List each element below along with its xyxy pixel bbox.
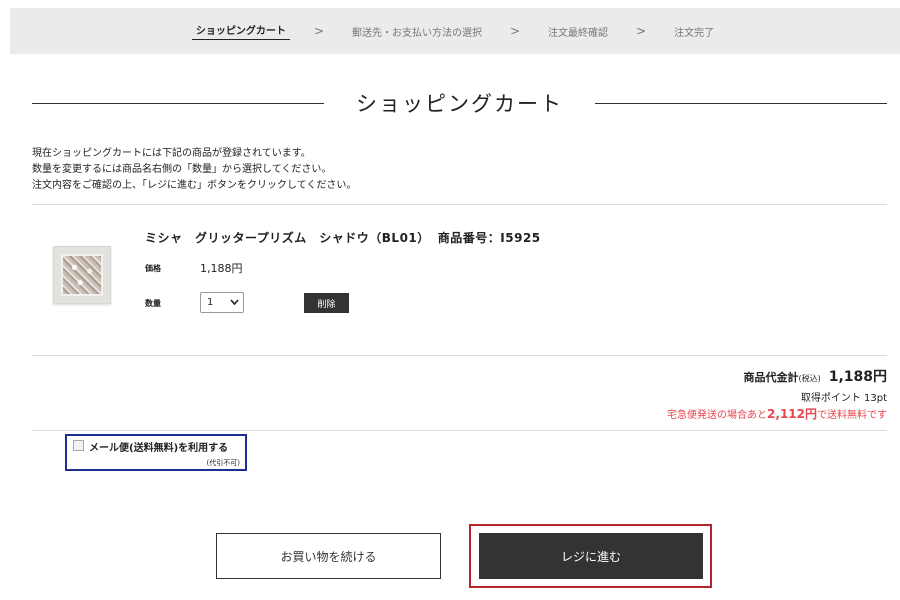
instruction-line: 注文内容をご確認の上、「レジに進む」ボタンをクリックしてください。 (32, 180, 357, 191)
cart-instructions: 現在ショッピングカートには下記の商品が登録されています。 数量を変更するには商品… (32, 146, 356, 194)
price-label: 価格 (145, 264, 161, 273)
delete-button[interactable]: 削除 (304, 293, 349, 313)
checkout-button[interactable]: レジに進む (479, 533, 703, 579)
eyeshadow-pan (61, 254, 103, 296)
mail-delivery-checkbox[interactable] (73, 440, 84, 451)
step-address-payment: 郵送先・お支払い方法の選択 (351, 27, 482, 39)
continue-shopping-button[interactable]: お買い物を続ける (216, 533, 441, 579)
free-shipping-prefix: 宅急便発送の場合あと (667, 410, 768, 421)
divider (32, 355, 887, 356)
free-shipping-amount: 2,112円 (767, 407, 817, 421)
order-total: 商品代金計(税込) 1,188円 (743, 366, 887, 386)
quantity-select[interactable]: 1 (200, 292, 244, 313)
chevron-right-icon: > (509, 24, 521, 38)
step-complete: 注文完了 (674, 27, 715, 39)
title-divider-right (595, 103, 887, 104)
page-title: ショッピングカート (356, 92, 563, 116)
tax-note: (税込) (798, 374, 821, 383)
product-title: ミシャ グリッタープリズム シャドウ（BL01） (145, 231, 430, 245)
total-amount: 1,188円 (828, 369, 887, 385)
chevron-right-icon: > (636, 24, 647, 38)
product-name[interactable]: ミシャ グリッタープリズム シャドウ（BL01） 商品番号：I5925 (145, 229, 541, 246)
divider (32, 430, 887, 431)
product-code: 商品番号：I5925 (437, 231, 541, 245)
instruction-line: 数量を変更するには商品名右側の「数量」から選択してください。 (32, 164, 332, 175)
page-title-row: ショッピングカート (32, 88, 887, 120)
chevron-right-icon: > (313, 24, 324, 38)
mail-delivery-option[interactable]: メール便(送料無料)を利用する (代引不可) (65, 434, 247, 471)
mail-delivery-label[interactable]: メール便(送料無料)を利用する (89, 439, 228, 454)
checkout-steps: ショッピングカート > 郵送先・お支払い方法の選択 > 注文最終確認 > 注文完… (10, 8, 900, 54)
title-divider-left (32, 103, 324, 104)
product-image[interactable] (53, 246, 111, 304)
divider (32, 204, 887, 205)
step-cart: ショッピングカート (191, 22, 290, 40)
total-label: 商品代金計 (743, 371, 799, 384)
chevron-down-icon (230, 296, 239, 311)
product-price: 1,188円 (200, 262, 243, 275)
free-shipping-suffix: で送料無料です (817, 410, 887, 421)
step-final-confirm: 注文最終確認 (548, 27, 609, 39)
quantity-value: 1 (207, 297, 214, 308)
instruction-line: 現在ショッピングカートには下記の商品が登録されています。 (32, 148, 311, 159)
points-earned: 取得ポイント 13pt (800, 393, 887, 404)
mail-delivery-note: (代引不可) (206, 459, 240, 467)
quantity-label: 数量 (145, 299, 161, 308)
free-shipping-notice: 宅急便発送の場合あと2,112円で送料無料です (667, 405, 887, 422)
